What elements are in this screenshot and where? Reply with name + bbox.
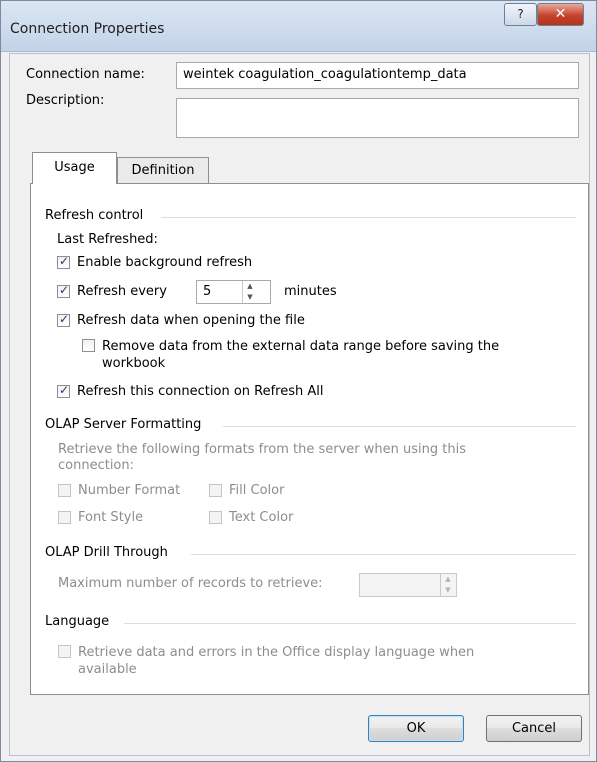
remove-data-label: Remove data from the external data range…	[102, 338, 499, 372]
enable-background-refresh-checkbox[interactable]	[57, 254, 70, 269]
font-style-label: Font Style	[78, 510, 144, 525]
close-icon: ✕	[554, 6, 567, 22]
remove-data-checkbox[interactable]	[82, 339, 95, 352]
refresh-all-label: Refresh this connection on Refresh All	[77, 384, 324, 399]
description-label: Description:	[26, 93, 105, 108]
group-divider	[223, 426, 576, 427]
spin-down-icon[interactable]: ▼	[441, 585, 455, 596]
connection-name-input[interactable]: weintek coagulation_coagulationtemp_data	[176, 62, 579, 89]
olap-formatting-group-label: OLAP Server Formatting	[45, 417, 202, 432]
max-records-stepper[interactable]: ▲ ▼	[359, 573, 457, 597]
olap-formatting-description-line2: connection:	[58, 458, 135, 473]
office-language-option[interactable]: Retrieve data and errors in the Office d…	[58, 644, 474, 678]
text-color-label: Text Color	[229, 510, 294, 525]
enable-background-refresh-option[interactable]: Enable background refresh	[57, 254, 253, 270]
number-format-label: Number Format	[78, 483, 181, 498]
remove-data-option[interactable]: Remove data from the external data range…	[82, 338, 499, 372]
dialog-client-area: Connection name: weintek coagulation_coa…	[9, 53, 590, 756]
office-language-label-line2: available	[78, 662, 137, 677]
font-style-option[interactable]: Font Style	[58, 510, 143, 525]
enable-background-refresh-label: Enable background refresh	[77, 255, 253, 270]
olap-formatting-description: Retrieve the following formats from the …	[58, 442, 466, 474]
refresh-every-option[interactable]: Refresh every	[57, 283, 167, 299]
refresh-interval-spin-buttons[interactable]: ▲ ▼	[242, 281, 257, 303]
refresh-interval-unit: minutes	[284, 284, 337, 299]
refresh-every-label: Refresh every	[77, 284, 167, 299]
last-refreshed-label: Last Refreshed:	[57, 232, 158, 247]
description-input[interactable]	[176, 98, 579, 138]
office-language-label-line1: Retrieve data and errors in the Office d…	[78, 645, 475, 660]
fill-color-label: Fill Color	[229, 483, 285, 498]
number-format-option[interactable]: Number Format	[58, 483, 180, 498]
max-records-value[interactable]	[360, 574, 440, 596]
remove-data-label-line2: workbook	[102, 356, 166, 371]
tab-definition-label: Definition	[131, 163, 195, 178]
refresh-on-open-label: Refresh data when opening the file	[77, 313, 305, 328]
office-language-checkbox[interactable]	[58, 645, 71, 658]
spin-down-icon[interactable]: ▼	[243, 292, 257, 303]
refresh-interval-value[interactable]: 5	[197, 281, 242, 303]
group-divider	[191, 554, 576, 555]
help-button[interactable]: ?	[504, 3, 537, 26]
fill-color-option[interactable]: Fill Color	[209, 483, 284, 498]
refresh-on-open-option[interactable]: Refresh data when opening the file	[57, 312, 305, 328]
font-style-checkbox[interactable]	[58, 511, 71, 524]
tab-usage[interactable]: Usage	[32, 152, 117, 184]
refresh-all-checkbox[interactable]	[57, 383, 70, 398]
spin-up-icon[interactable]: ▲	[441, 574, 455, 585]
olap-drill-group-label: OLAP Drill Through	[45, 545, 168, 560]
connection-name-label: Connection name:	[26, 67, 145, 82]
text-color-checkbox[interactable]	[209, 511, 222, 524]
refresh-every-checkbox[interactable]	[57, 283, 70, 298]
title-bar: Connection Properties ? ✕	[1, 1, 596, 52]
group-divider	[124, 623, 576, 624]
refresh-interval-stepper[interactable]: 5 ▲ ▼	[196, 280, 271, 304]
number-format-checkbox[interactable]	[58, 484, 71, 497]
tab-definition[interactable]: Definition	[117, 157, 209, 183]
help-icon: ?	[517, 7, 524, 21]
refresh-on-open-checkbox[interactable]	[57, 312, 70, 327]
fill-color-checkbox[interactable]	[209, 484, 222, 497]
close-button[interactable]: ✕	[537, 3, 584, 26]
language-group-label: Language	[45, 614, 110, 629]
ok-button[interactable]: OK	[368, 715, 464, 742]
refresh-control-group-label: Refresh control	[45, 208, 144, 223]
office-language-label: Retrieve data and errors in the Office d…	[78, 644, 474, 678]
spin-up-icon[interactable]: ▲	[243, 281, 257, 292]
group-divider	[161, 217, 576, 218]
max-records-spin-buttons[interactable]: ▲ ▼	[440, 574, 455, 596]
refresh-all-option[interactable]: Refresh this connection on Refresh All	[57, 383, 324, 399]
olap-formatting-description-line1: Retrieve the following formats from the …	[58, 442, 466, 457]
remove-data-label-line1: Remove data from the external data range…	[102, 339, 500, 354]
usage-tab-panel: Refresh control Last Refreshed: Enable b…	[30, 183, 589, 695]
max-records-label: Maximum number of records to retrieve:	[58, 576, 323, 591]
connection-properties-dialog: Connection Properties ? ✕ Connection nam…	[0, 0, 597, 762]
cancel-button[interactable]: Cancel	[486, 715, 582, 742]
dialog-title: Connection Properties	[10, 21, 165, 37]
tab-usage-label: Usage	[54, 160, 95, 175]
text-color-option[interactable]: Text Color	[209, 510, 293, 525]
